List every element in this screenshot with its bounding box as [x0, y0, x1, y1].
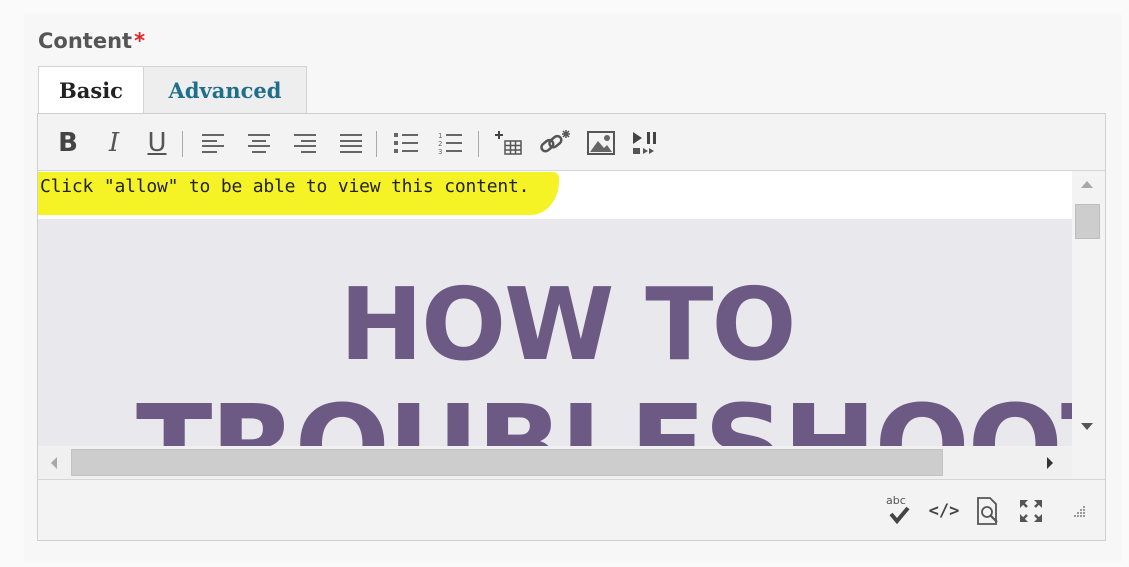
- svg-text:3: 3: [438, 148, 442, 155]
- spellcheck-label: abc: [886, 494, 906, 507]
- tab-advanced[interactable]: Advanced: [144, 66, 307, 114]
- content-label-text: Content: [38, 29, 133, 53]
- bulleted-list-button[interactable]: [390, 126, 422, 160]
- insert-media-button[interactable]: [628, 126, 662, 160]
- italic-button[interactable]: I: [100, 126, 128, 160]
- align-left-icon: [202, 134, 224, 153]
- rich-text-editor: B I U 123 Click "allow" to be able to vi…: [37, 113, 1106, 541]
- scroll-right-arrow-icon[interactable]: [1047, 457, 1053, 469]
- source-code-icon: </>: [928, 501, 960, 521]
- bulleted-list-icon: [394, 133, 418, 153]
- notice-text: Click "allow" to be able to view this co…: [40, 176, 530, 197]
- justify-button[interactable]: [336, 126, 366, 160]
- horizontal-scrollbar[interactable]: [38, 446, 1072, 479]
- insert-table-icon: [495, 131, 522, 155]
- underline-icon: U: [147, 128, 167, 158]
- toolbar-separator: [376, 131, 377, 157]
- embed-notice: Click "allow" to be able to view this co…: [38, 171, 1072, 219]
- align-center-button[interactable]: [244, 126, 274, 160]
- scroll-up-arrow-icon[interactable]: [1081, 181, 1093, 188]
- editor-status-bar: abc </>: [38, 479, 1105, 540]
- justify-icon: [340, 134, 362, 153]
- numbered-list-button[interactable]: 123: [434, 126, 466, 160]
- insert-media-icon: [633, 132, 656, 154]
- toolbar-separator: [182, 131, 183, 157]
- numbered-list-icon: 123: [438, 132, 462, 155]
- fullscreen-button[interactable]: [1014, 496, 1048, 526]
- vertical-scrollbar[interactable]: [1072, 171, 1105, 446]
- toolbar-separator: [478, 131, 479, 157]
- svg-text:2: 2: [438, 140, 442, 148]
- preview-title-line-1: HOW TO: [339, 266, 796, 383]
- tab-basic[interactable]: Basic: [38, 66, 144, 114]
- align-right-icon: [294, 134, 316, 153]
- preview-button[interactable]: [972, 496, 1004, 526]
- editor-toolbar: B I U 123: [38, 114, 1105, 171]
- resize-grip-icon: [1074, 506, 1085, 517]
- align-center-icon: [248, 134, 270, 153]
- horizontal-scroll-thumb[interactable]: [71, 449, 943, 476]
- preview-icon: [977, 497, 998, 525]
- align-right-button[interactable]: [290, 126, 320, 160]
- insert-link-icon: [540, 130, 570, 153]
- bold-icon: B: [58, 128, 78, 158]
- insert-table-button[interactable]: [492, 126, 526, 160]
- align-left-button[interactable]: [198, 126, 228, 160]
- fullscreen-icon: [1020, 500, 1042, 522]
- source-code-button[interactable]: </>: [926, 496, 962, 526]
- resize-grip[interactable]: [1068, 496, 1088, 526]
- tab-basic-label: Basic: [59, 78, 123, 103]
- content-field-label: Content*: [38, 29, 145, 53]
- bold-button[interactable]: B: [53, 126, 83, 160]
- spellcheck-button[interactable]: abc: [884, 494, 914, 526]
- insert-link-button[interactable]: [536, 126, 576, 160]
- preview-title-line-2: TROUBLESHOOT: [136, 391, 1072, 446]
- tab-advanced-label: Advanced: [168, 77, 282, 103]
- embedded-content-preview: HOW TO TROUBLESHOOT: [38, 219, 1072, 446]
- scroll-left-arrow-icon[interactable]: [51, 457, 57, 469]
- scroll-down-arrow-icon[interactable]: [1081, 423, 1093, 430]
- svg-text:1: 1: [438, 132, 442, 140]
- insert-image-icon: [587, 131, 615, 155]
- scrollbar-corner: [1072, 446, 1105, 479]
- italic-icon: I: [108, 128, 120, 158]
- vertical-scroll-thumb[interactable]: [1075, 204, 1100, 239]
- insert-image-button[interactable]: [584, 126, 618, 160]
- required-asterisk: *: [134, 29, 146, 53]
- editor-content-area[interactable]: Click "allow" to be able to view this co…: [38, 171, 1072, 446]
- underline-button[interactable]: U: [142, 126, 172, 160]
